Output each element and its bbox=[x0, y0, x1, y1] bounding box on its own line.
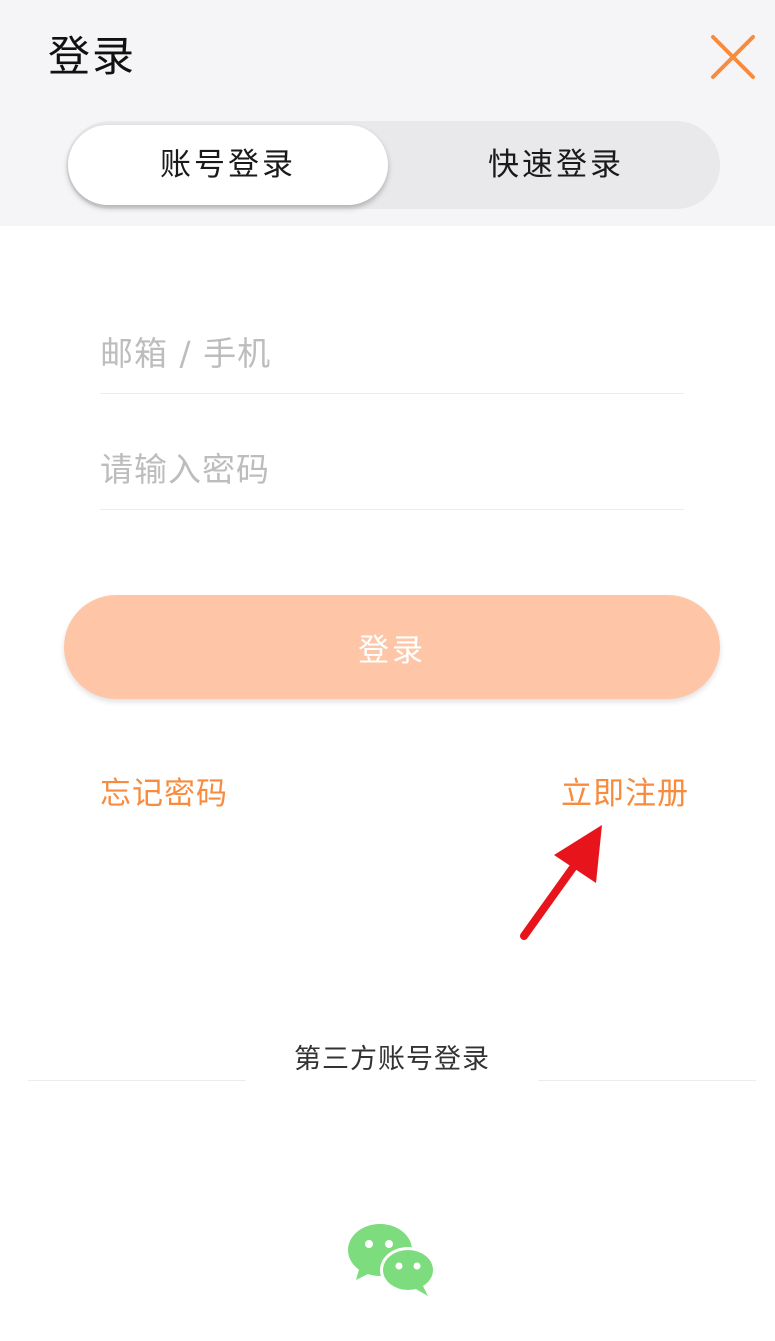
tab-quick-login[interactable]: 快速登录 bbox=[396, 121, 716, 209]
close-button[interactable] bbox=[704, 28, 762, 86]
header: 登录 快速登录 账号登录 bbox=[0, 0, 775, 226]
password-input[interactable] bbox=[100, 430, 684, 510]
login-tabs: 快速登录 账号登录 bbox=[66, 121, 720, 209]
wechat-icon bbox=[348, 1224, 436, 1296]
third-party-login-label: 第三方账号登录 bbox=[294, 1044, 490, 1075]
divider-left bbox=[28, 1080, 246, 1081]
login-button[interactable]: 登录 bbox=[64, 595, 720, 699]
divider-right bbox=[538, 1080, 756, 1081]
red-arrow-annotation bbox=[520, 825, 602, 940]
tab-account-login[interactable]: 账号登录 bbox=[68, 125, 388, 205]
close-icon bbox=[711, 35, 755, 79]
forgot-password-link[interactable]: 忘记密码 bbox=[100, 772, 228, 816]
register-link[interactable]: 立即注册 bbox=[561, 772, 689, 816]
page-title: 登录 bbox=[48, 32, 137, 81]
wechat-login-button[interactable] bbox=[346, 1222, 438, 1298]
login-page: 登录 快速登录 账号登录 登录 忘记密码 立即注册 第三方账号登录 bbox=[0, 0, 775, 1341]
email-phone-input[interactable] bbox=[100, 314, 684, 394]
